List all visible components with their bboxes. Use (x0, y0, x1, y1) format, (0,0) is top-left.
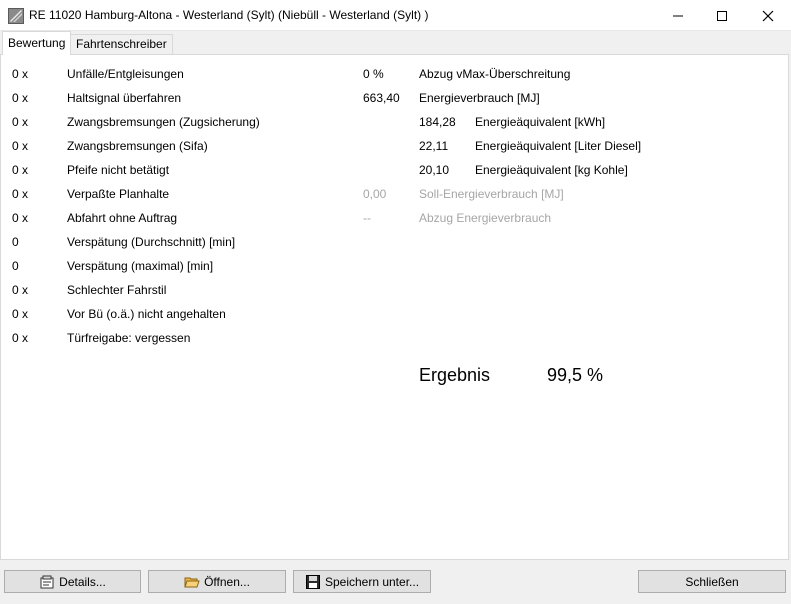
label-kohle: Energieäquivalent [kg Kohle] (475, 163, 628, 177)
minimize-button[interactable] (655, 0, 701, 31)
value-diesel: 22,11 (419, 139, 449, 153)
close-label: Schließen (685, 574, 739, 589)
label-verspaetung-durchschnitt: Verspätung (Durchschnitt) [min] (67, 235, 236, 249)
open-label: Öffnen... (204, 574, 250, 589)
details-icon (39, 574, 55, 590)
label-zwangsbremsung-zugsicherung: Zwangsbremsungen (Zugsicherung) (67, 115, 260, 129)
count-tuerfreigabe: 0 x (12, 331, 29, 345)
minimize-icon (673, 15, 683, 16)
label-pfeife: Pfeife nicht betätigt (67, 163, 170, 177)
label-soll-energie: Soll-Energieverbrauch [MJ] (419, 187, 564, 201)
button-bar: Details... Öffnen... Speichern unter... … (0, 560, 791, 604)
label-unfaelle: Unfälle/Entgleisungen (67, 67, 184, 81)
maximize-button[interactable] (699, 0, 745, 31)
count-haltsignal: 0 x (12, 91, 29, 105)
label-energieverbrauch: Energieverbrauch [MJ] (419, 91, 540, 105)
label-zwangsbremsung-sifa: Zwangsbremsungen (Sifa) (67, 139, 208, 153)
folder-open-icon (184, 574, 200, 590)
count-verspaetung-maximal: 0 (12, 259, 19, 273)
window-title: RE 11020 Hamburg-Altona - Westerland (Sy… (29, 8, 429, 22)
save-as-label: Speichern unter... (324, 574, 420, 589)
tab-fahrtenschreiber[interactable]: Fahrtenschreiber (70, 34, 173, 54)
count-pfeife: 0 x (12, 163, 29, 177)
label-haltsignal: Haltsignal überfahren (67, 91, 182, 105)
value-soll-energie: 0,00 (363, 187, 387, 201)
app-logo-icon (8, 8, 24, 24)
value-abzug-energie: -- (363, 211, 371, 225)
value-kohle: 20,10 (419, 163, 450, 177)
floppy-disk-icon (305, 574, 321, 590)
label-kwh: Energieäquivalent [kWh] (475, 115, 606, 129)
count-verspaetung-durchschnitt: 0 (12, 235, 19, 249)
count-zwangsbremsung-zugsicherung: 0 x (12, 115, 29, 129)
label-abfahrt: Abfahrt ohne Auftrag (67, 211, 178, 225)
label-planhalte: Verpaßte Planhalte (67, 187, 170, 201)
label-vmax-abzug: Abzug vMax-Überschreitung (419, 67, 571, 81)
value-kwh: 184,28 (419, 115, 456, 129)
label-verspaetung-maximal: Verspätung (maximal) [min] (67, 259, 214, 273)
count-unfaelle: 0 x (12, 67, 29, 81)
label-diesel: Energieäquivalent [Liter Diesel] (475, 139, 642, 153)
details-button[interactable]: Details... (4, 570, 141, 593)
label-vor-bue: Vor Bü (o.ä.) nicht angehalten (67, 307, 226, 321)
evaluation-panel: 0 x Unfälle/Entgleisungen 0 x Haltsignal… (0, 54, 789, 560)
count-fahrstil: 0 x (12, 283, 29, 297)
count-zwangsbremsung-sifa: 0 x (12, 139, 29, 153)
label-fahrstil: Schlechter Fahrstil (67, 283, 167, 297)
open-button[interactable]: Öffnen... (148, 570, 286, 593)
count-planhalte: 0 x (12, 187, 29, 201)
close-window-button[interactable] (745, 0, 791, 31)
details-label: Details... (59, 574, 106, 589)
label-tuerfreigabe: Türfreigabe: vergessen (67, 331, 191, 345)
count-abfahrt: 0 x (12, 211, 29, 225)
close-button[interactable]: Schließen (638, 570, 786, 593)
close-icon (762, 10, 774, 21)
value-vmax-abzug: 0 % (363, 67, 384, 81)
tab-bewertung[interactable]: Bewertung (2, 31, 72, 55)
label-abzug-energie: Abzug Energieverbrauch (419, 211, 552, 225)
result-label: Ergebnis (419, 365, 491, 385)
save-as-button[interactable]: Speichern unter... (293, 570, 431, 593)
maximize-icon (717, 10, 727, 21)
tab-strip: Bewertung Fahrtenschreiber (0, 31, 791, 55)
value-energieverbrauch: 663,40 (363, 91, 400, 105)
count-vor-bue: 0 x (12, 307, 29, 321)
result-value: 99,5 % (547, 365, 604, 385)
title-bar: RE 11020 Hamburg-Altona - Westerland (Sy… (0, 0, 791, 31)
